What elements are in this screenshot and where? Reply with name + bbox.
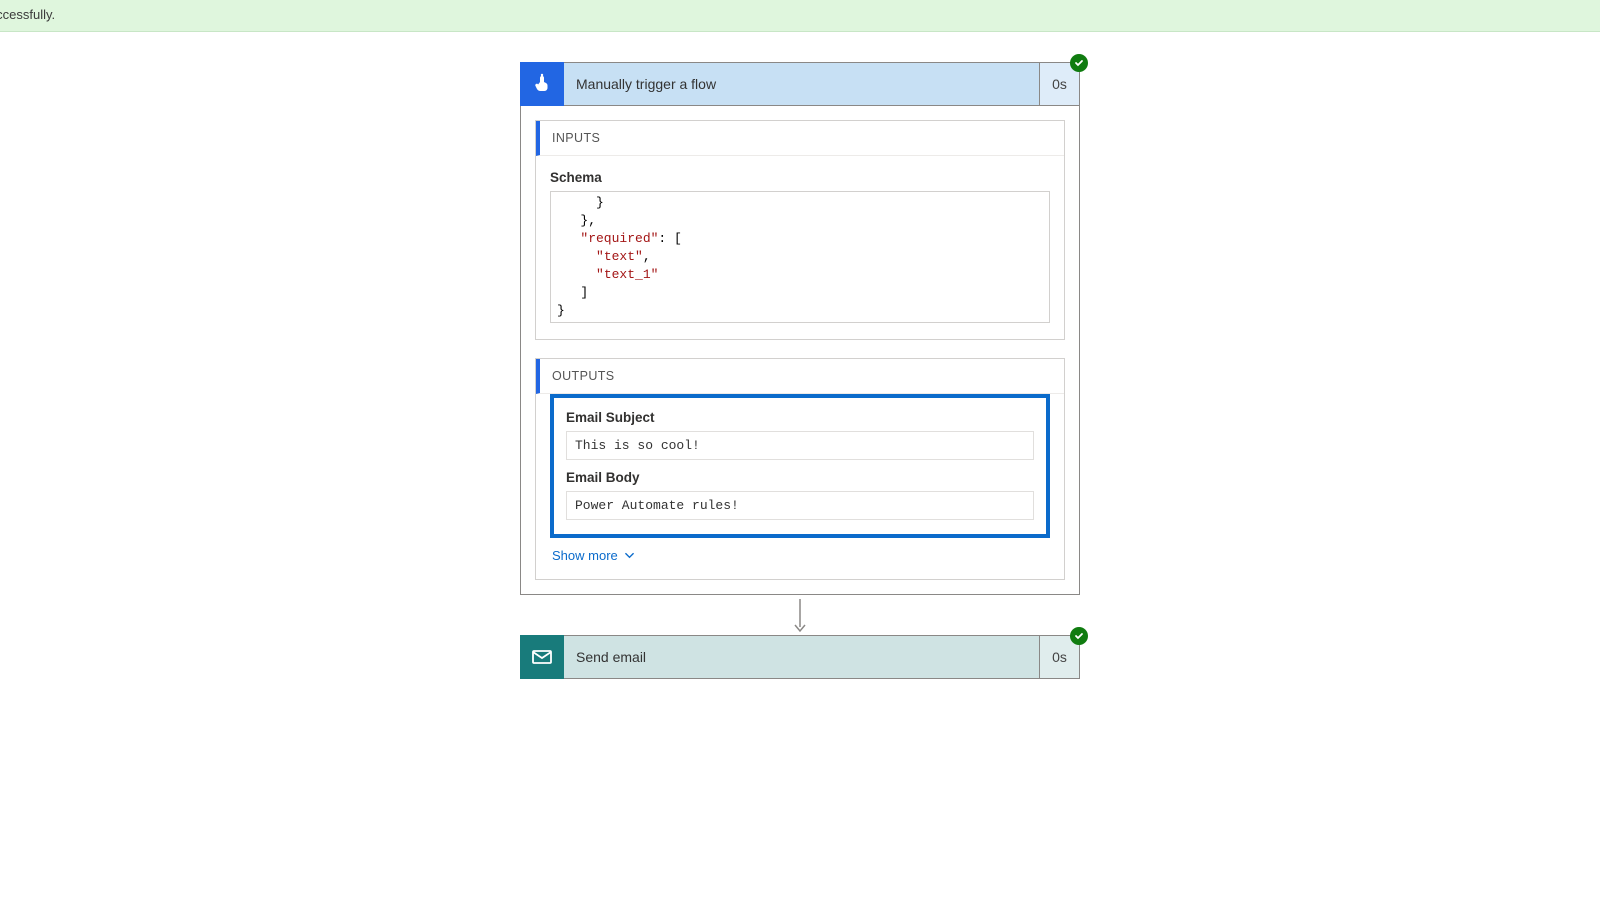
success-badge-icon	[1070, 54, 1088, 72]
trigger-title: Manually trigger a flow	[564, 62, 1040, 106]
show-more-link[interactable]: Show more	[550, 538, 637, 563]
trigger-expanded-card: INPUTS Schema "x-ms-content-hint": "TEXT…	[520, 106, 1080, 595]
mail-icon	[520, 635, 564, 679]
output-field-label: Email Subject	[566, 410, 1034, 425]
schema-textarea[interactable]: "x-ms-content-hint": "TEXT" } }, "requir…	[550, 191, 1050, 323]
show-more-label: Show more	[552, 548, 618, 563]
inputs-panel: INPUTS Schema "x-ms-content-hint": "TEXT…	[535, 120, 1065, 340]
send-email-step[interactable]: Send email 0s	[520, 635, 1080, 679]
email-body-value[interactable]: Power Automate rules!	[566, 491, 1034, 520]
outputs-header: OUTPUTS	[536, 359, 1064, 394]
success-banner: ran successfully.	[0, 0, 1600, 32]
flow-connector-arrow	[800, 599, 801, 631]
banner-text: ran successfully.	[0, 5, 55, 25]
outputs-panel: OUTPUTS Email Subject This is so cool! E…	[535, 358, 1065, 580]
flow-canvas: Manually trigger a flow 0s INPUTS Schema…	[0, 32, 1600, 679]
output-field-label: Email Body	[566, 470, 1034, 485]
email-subject-value[interactable]: This is so cool!	[566, 431, 1034, 460]
trigger-step-header[interactable]: Manually trigger a flow 0s	[520, 62, 1080, 106]
inputs-header: INPUTS	[536, 121, 1064, 156]
chevron-down-icon	[624, 550, 635, 561]
success-badge-icon	[1070, 627, 1088, 645]
touch-icon	[520, 62, 564, 106]
outputs-highlight-box: Email Subject This is so cool! Email Bod…	[550, 394, 1050, 538]
send-email-title: Send email	[564, 635, 1040, 679]
schema-label: Schema	[550, 170, 1050, 185]
